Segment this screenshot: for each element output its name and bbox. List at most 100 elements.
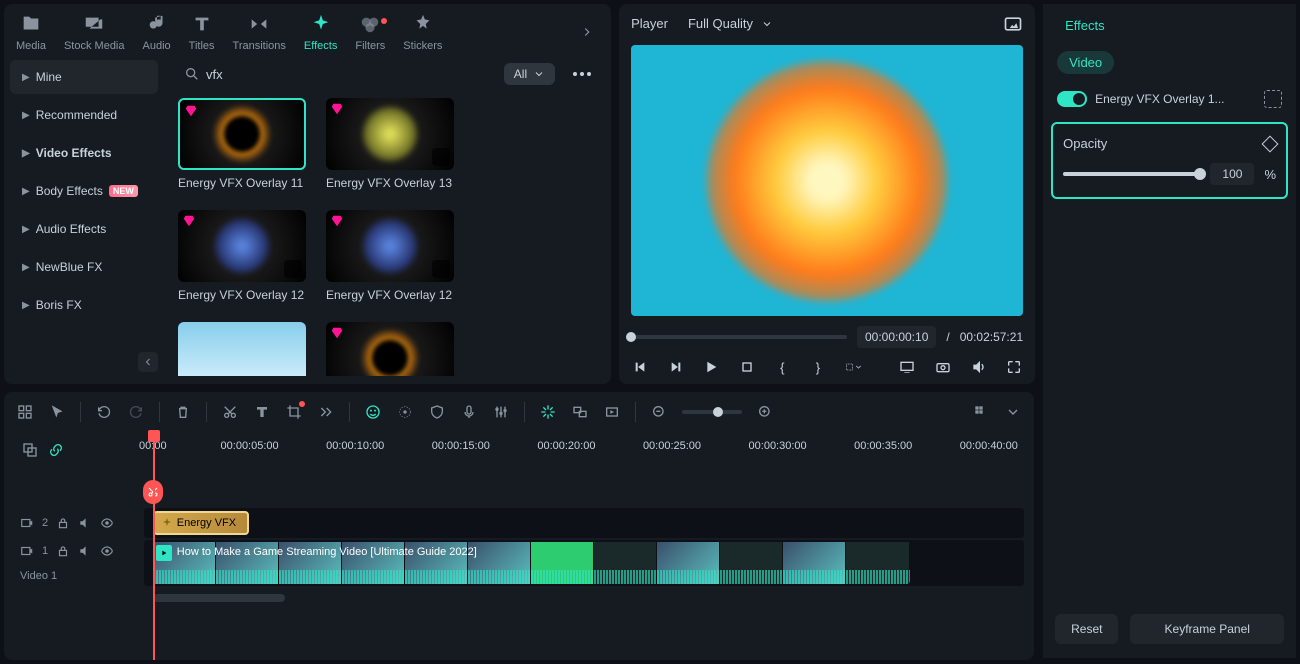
sidebar-item-recommended[interactable]: ▶Recommended <box>10 98 158 132</box>
more-tools-button[interactable] <box>317 403 335 421</box>
track-mute-button[interactable] <box>78 516 92 530</box>
inspector-tab-effects[interactable]: Effects <box>1051 10 1288 41</box>
zoom-slider-head[interactable] <box>713 407 723 417</box>
timeline-panel: 00:00 00:00:05:00 00:00:10:00 00:00:15:0… <box>4 392 1034 660</box>
play-button[interactable] <box>702 358 720 376</box>
effect-expand-button[interactable] <box>1264 90 1282 108</box>
effect-card: Energy VFX Overlay 13 <box>326 98 454 190</box>
search-input[interactable] <box>206 67 426 82</box>
effect-thumbnail[interactable] <box>178 210 306 282</box>
effect-thumbnail[interactable] <box>326 98 454 170</box>
undo-button[interactable] <box>95 403 113 421</box>
stop-button[interactable] <box>738 358 756 376</box>
sidebar-item-body-effects[interactable]: ▶Body EffectsNEW <box>10 174 158 208</box>
color-button[interactable] <box>396 403 414 421</box>
view-options-dropdown[interactable] <box>1004 403 1022 421</box>
scrollbar-thumb[interactable] <box>153 594 285 602</box>
fullscreen-button[interactable] <box>1005 358 1023 376</box>
more-options-button[interactable] <box>567 66 597 82</box>
opacity-slider-head[interactable] <box>1194 168 1206 180</box>
keyframe-panel-button[interactable]: Keyframe Panel <box>1130 614 1284 644</box>
ruler-tick: 00:00:20:00 <box>537 440 595 452</box>
download-icon[interactable] <box>432 260 450 278</box>
crop-button[interactable] <box>285 403 303 421</box>
collapse-sidebar-button[interactable] <box>138 352 158 372</box>
mic-button[interactable] <box>460 403 478 421</box>
premium-gem-icon <box>330 102 344 116</box>
filter-dropdown[interactable]: All <box>504 63 555 85</box>
clip-settings-button[interactable] <box>845 358 863 376</box>
playhead[interactable] <box>153 432 155 660</box>
video-preview[interactable] <box>631 45 1023 316</box>
tab-stickers[interactable]: Stickers <box>403 12 442 52</box>
zoom-in-button[interactable] <box>756 403 774 421</box>
redo-button[interactable] <box>127 403 145 421</box>
tab-filters[interactable]: Filters <box>355 12 385 52</box>
track-lock-button[interactable] <box>56 516 70 530</box>
scrubber-head[interactable] <box>626 332 636 342</box>
mark-in-button[interactable]: { <box>774 358 792 376</box>
mixer-button[interactable] <box>492 403 510 421</box>
capture-button[interactable] <box>934 358 952 376</box>
video-clip[interactable]: How to Make a Game Streaming Video [Ulti… <box>153 542 910 584</box>
vfx-clip[interactable]: Energy VFX <box>153 511 249 535</box>
opacity-slider[interactable] <box>1063 172 1200 176</box>
next-frame-button[interactable] <box>667 358 685 376</box>
reset-button[interactable]: Reset <box>1055 614 1118 644</box>
play-badge-icon <box>156 545 172 561</box>
tab-media[interactable]: Media <box>16 12 46 52</box>
inspector-panel: Effects Video Energy VFX Overlay 1... Op… <box>1043 4 1296 658</box>
ruler[interactable]: 00:00 00:00:05:00 00:00:10:00 00:00:15:0… <box>144 432 1024 468</box>
marker-button[interactable] <box>539 403 557 421</box>
zoom-slider[interactable] <box>682 410 742 414</box>
tab-effects[interactable]: Effects <box>304 12 337 52</box>
tab-stock-media[interactable]: Stock Media <box>64 12 125 52</box>
effect-card: Energy VFX Overlay 11 <box>178 98 306 190</box>
cut-button[interactable] <box>221 403 239 421</box>
download-icon[interactable] <box>432 148 450 166</box>
render-button[interactable] <box>603 403 621 421</box>
inspector-pill-video[interactable]: Video <box>1057 51 1114 74</box>
tab-audio[interactable]: Audio <box>143 12 171 52</box>
preview-content <box>707 61 947 301</box>
track-mute-button[interactable] <box>78 544 92 558</box>
effect-thumbnail[interactable] <box>178 322 306 376</box>
quality-dropdown[interactable]: Full Quality <box>680 12 781 35</box>
download-icon[interactable] <box>284 260 302 278</box>
track-visibility-button[interactable] <box>100 544 114 558</box>
sidebar-item-video-effects[interactable]: ▶Video Effects <box>10 136 158 170</box>
select-tool-button[interactable] <box>48 403 66 421</box>
tabs-scroll-right[interactable] <box>575 20 599 44</box>
link-button[interactable] <box>48 442 64 458</box>
snapshot-button[interactable] <box>1003 14 1023 34</box>
sidebar-item-newblue-fx[interactable]: ▶NewBlue FX <box>10 250 158 284</box>
tab-transitions[interactable]: Transitions <box>233 12 286 52</box>
text-button[interactable] <box>253 403 271 421</box>
group-button[interactable] <box>571 403 589 421</box>
track-number: 2 <box>42 517 48 529</box>
effect-thumbnail[interactable] <box>326 322 454 376</box>
view-options-button[interactable] <box>972 403 990 421</box>
volume-button[interactable] <box>970 358 988 376</box>
tab-titles[interactable]: Titles <box>189 12 215 52</box>
shield-button[interactable] <box>428 403 446 421</box>
sidebar-item-boris-fx[interactable]: ▶Boris FX <box>10 288 158 322</box>
arrange-button[interactable] <box>16 403 34 421</box>
zoom-out-button[interactable] <box>650 403 668 421</box>
track-visibility-button[interactable] <box>100 516 114 530</box>
effect-thumbnail[interactable] <box>178 98 306 170</box>
mark-out-button[interactable]: } <box>809 358 827 376</box>
ai-portrait-button[interactable] <box>364 403 382 421</box>
scrubber[interactable] <box>631 335 847 339</box>
prev-frame-button[interactable] <box>631 358 649 376</box>
opacity-value-input[interactable] <box>1210 163 1254 185</box>
sidebar-item-audio-effects[interactable]: ▶Audio Effects <box>10 212 158 246</box>
keyframe-diamond-button[interactable] <box>1262 135 1279 152</box>
sidebar-item-mine[interactable]: ▶Mine <box>10 60 158 94</box>
track-overlay-button[interactable] <box>22 442 38 458</box>
effect-thumbnail[interactable] <box>326 210 454 282</box>
delete-button[interactable] <box>174 403 192 421</box>
display-settings-button[interactable] <box>899 358 917 376</box>
track-lock-button[interactable] <box>56 544 70 558</box>
effect-enable-toggle[interactable] <box>1057 91 1087 107</box>
